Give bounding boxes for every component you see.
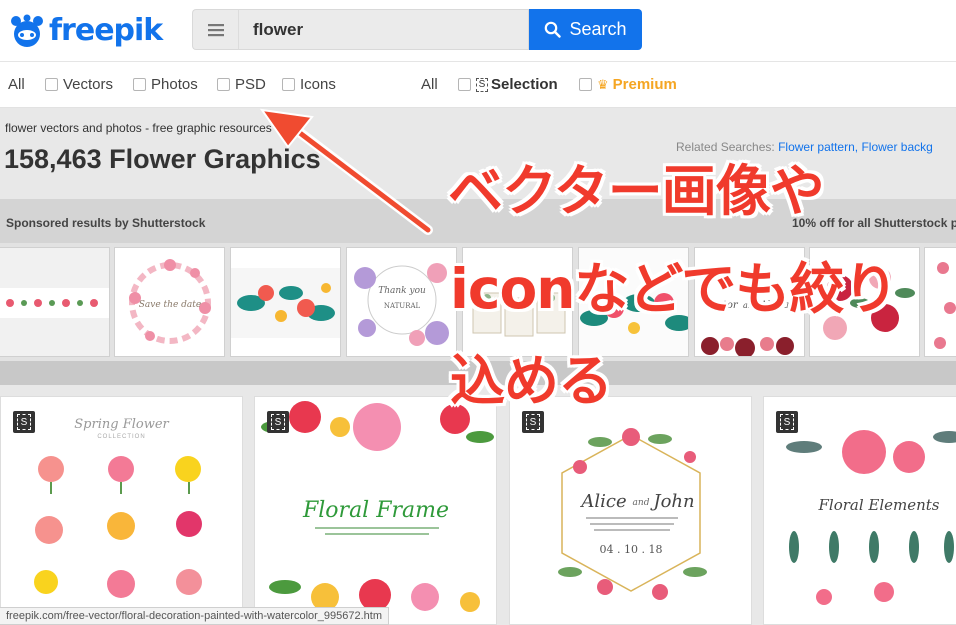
annotation-line-1: ベクター画像や <box>448 159 825 223</box>
annotation-line-2: iconなどでも絞り <box>450 257 898 321</box>
annotation-line-3: 込める <box>450 349 613 413</box>
